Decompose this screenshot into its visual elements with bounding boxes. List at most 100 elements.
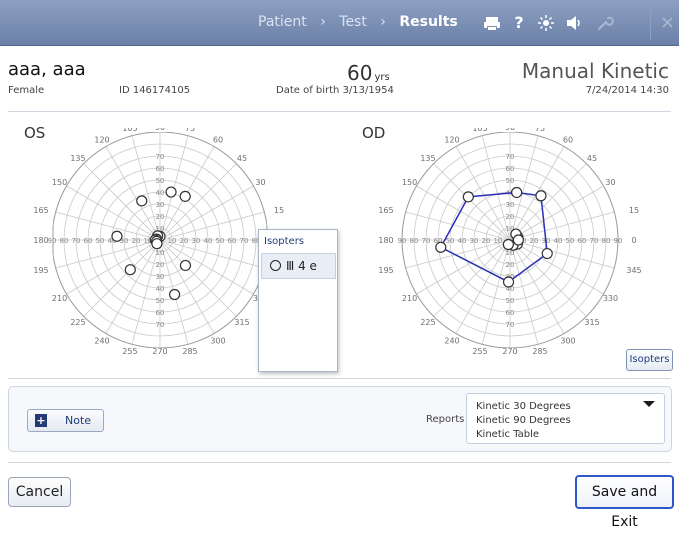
radial-label: 30 bbox=[156, 273, 165, 281]
radial-label: 50 bbox=[506, 177, 515, 185]
angle-label: 210 bbox=[52, 294, 67, 303]
angle-label: 75 bbox=[185, 128, 195, 133]
dropdown-arrow-icon[interactable] bbox=[643, 401, 655, 407]
radial-label: 50 bbox=[216, 237, 225, 245]
reports-select[interactable]: Kinetic 30 Degrees Kinetic 90 Degrees Ki… bbox=[466, 393, 665, 444]
age-unit: yrs bbox=[374, 72, 390, 83]
grid-spoke bbox=[83, 239, 161, 317]
breadcrumb-patient[interactable]: Patient bbox=[258, 14, 307, 30]
grid-spoke bbox=[509, 211, 615, 241]
volume-icon[interactable] bbox=[562, 10, 586, 36]
od-visual-field-chart[interactable]: 1010101020202020303030304040404050505050… bbox=[360, 128, 670, 368]
patient-age: 60 yrs bbox=[347, 61, 390, 85]
angle-label: 270 bbox=[502, 347, 517, 356]
age-value: 60 bbox=[347, 61, 373, 85]
angle-label: 105 bbox=[122, 128, 137, 133]
angle-label: 135 bbox=[70, 154, 85, 163]
angle-label: 30 bbox=[255, 178, 265, 187]
angle-label: 0 bbox=[631, 236, 636, 245]
breadcrumb-test[interactable]: Test bbox=[339, 14, 367, 30]
breadcrumb: Patient › Test › Results bbox=[258, 14, 458, 30]
radial-label: 50 bbox=[96, 237, 105, 245]
angle-label: 255 bbox=[122, 347, 137, 356]
note-button[interactable]: + Note bbox=[27, 409, 104, 432]
angle-label: 225 bbox=[70, 318, 85, 327]
angle-label: 90 bbox=[155, 128, 165, 132]
radial-label: 40 bbox=[458, 237, 467, 245]
radial-label: 60 bbox=[506, 309, 515, 317]
cancel-button[interactable]: Cancel bbox=[8, 477, 71, 507]
angle-label: 240 bbox=[444, 336, 459, 345]
printer-icon[interactable] bbox=[480, 10, 504, 36]
angle-label: 30 bbox=[605, 178, 615, 187]
isopters-popup-title: Isopters bbox=[264, 236, 305, 247]
radial-label: 70 bbox=[156, 321, 165, 329]
report-option[interactable]: Kinetic 30 Degrees bbox=[476, 401, 571, 412]
radial-label: 40 bbox=[554, 237, 563, 245]
radial-label: 50 bbox=[566, 237, 575, 245]
radial-label: 50 bbox=[156, 297, 165, 305]
radial-label: 50 bbox=[506, 297, 515, 305]
radial-label: 70 bbox=[422, 237, 431, 245]
angle-label: 60 bbox=[213, 136, 223, 145]
grid-spoke bbox=[433, 163, 511, 241]
response-point-marker bbox=[512, 234, 524, 246]
test-type: Manual Kinetic bbox=[521, 59, 669, 83]
help-icon[interactable]: ? bbox=[507, 10, 531, 36]
angle-label: 240 bbox=[94, 336, 109, 345]
radial-label: 70 bbox=[506, 153, 515, 161]
response-point-marker bbox=[165, 186, 177, 198]
isopters-button[interactable]: Isopters bbox=[626, 349, 673, 371]
radial-label: 70 bbox=[156, 153, 165, 161]
isopter-vertex-marker bbox=[462, 191, 474, 203]
isopter-item-label: Ⅲ 4 e bbox=[286, 259, 317, 273]
angle-label: 60 bbox=[563, 136, 573, 145]
isopter-item[interactable]: Ⅲ 4 e bbox=[261, 253, 336, 279]
angle-label: 120 bbox=[444, 136, 459, 145]
response-point-marker bbox=[136, 195, 148, 207]
report-option[interactable]: Kinetic Table bbox=[476, 429, 539, 440]
isopters-popup: Isopters Ⅲ 4 e bbox=[258, 229, 338, 372]
report-option[interactable]: Kinetic 90 Degrees bbox=[476, 415, 571, 426]
angle-label: 165 bbox=[378, 206, 393, 215]
radial-label: 70 bbox=[506, 321, 515, 329]
grid-spoke bbox=[433, 239, 511, 317]
radial-label: 20 bbox=[180, 237, 189, 245]
angle-label: 135 bbox=[420, 154, 435, 163]
wrench-icon[interactable] bbox=[592, 10, 616, 36]
response-point-marker bbox=[179, 259, 192, 272]
grid-spoke bbox=[509, 163, 587, 241]
radial-label: 50 bbox=[446, 237, 455, 245]
radial-label: 40 bbox=[204, 237, 213, 245]
angle-label: 45 bbox=[237, 154, 247, 163]
brightness-icon[interactable] bbox=[534, 10, 558, 36]
save-and-exit-button[interactable]: Save and Exit bbox=[575, 475, 674, 530]
toolbar-divider bbox=[650, 6, 651, 40]
date-of-birth: Date of birth 3/13/1954 bbox=[276, 85, 394, 96]
angle-label: 90 bbox=[505, 128, 515, 132]
radial-label: 30 bbox=[156, 201, 165, 209]
angle-label: 180 bbox=[33, 236, 48, 245]
response-point-marker bbox=[111, 230, 123, 242]
patient-sex: Female bbox=[8, 85, 45, 96]
radial-label: 80 bbox=[602, 237, 611, 245]
angle-label: 300 bbox=[210, 336, 225, 345]
isopter-vertex-marker bbox=[435, 241, 447, 253]
angle-label: 315 bbox=[584, 318, 599, 327]
radial-label: 20 bbox=[156, 213, 165, 221]
test-datetime: 7/24/2014 14:30 bbox=[585, 85, 669, 96]
close-icon[interactable] bbox=[656, 10, 679, 36]
radial-label: 20 bbox=[132, 237, 141, 245]
radial-label: 60 bbox=[578, 237, 587, 245]
footer-divider bbox=[8, 462, 671, 463]
radial-label: 10 bbox=[168, 237, 177, 245]
radial-label: 40 bbox=[156, 189, 165, 197]
radial-label: 40 bbox=[156, 285, 165, 293]
angle-label: 285 bbox=[532, 347, 547, 356]
isopter-vertex-marker bbox=[511, 186, 523, 199]
angle-label: 150 bbox=[402, 178, 417, 187]
angle-label: 255 bbox=[472, 347, 487, 356]
angle-label: 150 bbox=[52, 178, 67, 187]
radial-label: 20 bbox=[482, 237, 491, 245]
response-point-marker bbox=[179, 190, 191, 202]
